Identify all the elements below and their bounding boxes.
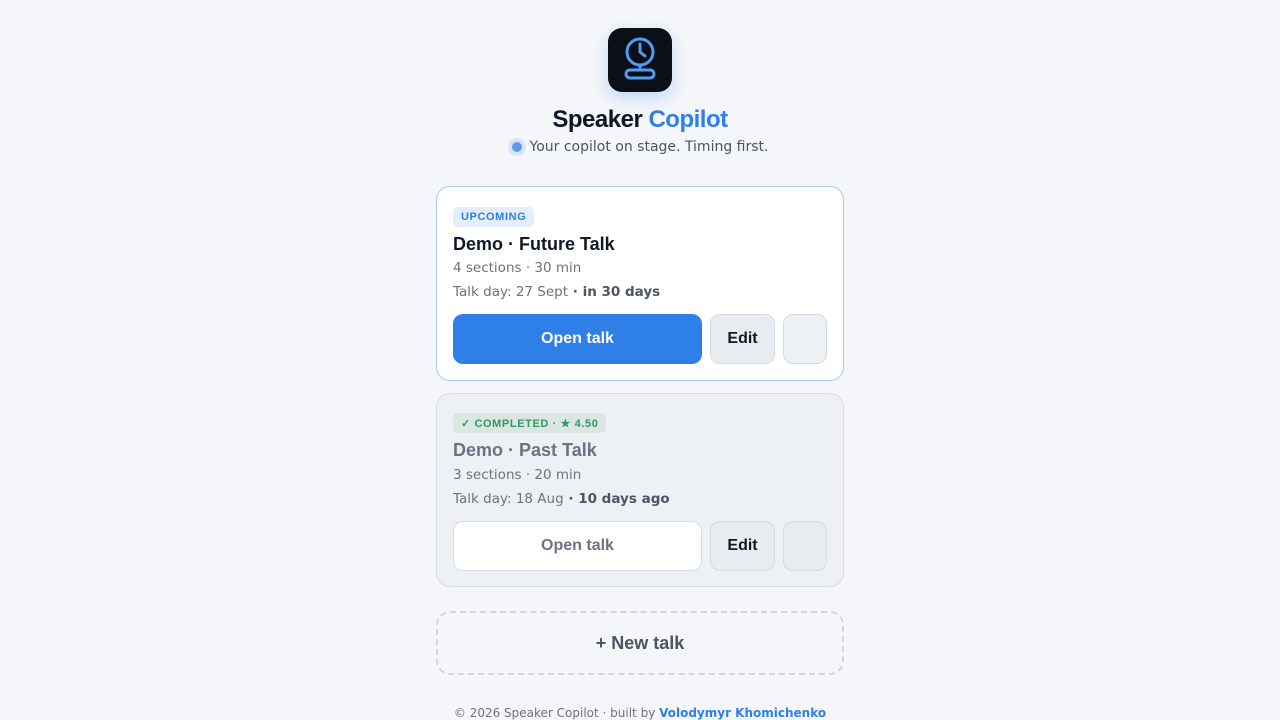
tagline-text: Your copilot on stage. Timing first. <box>529 139 769 155</box>
talk-day: Talk day: 27 Sept <box>453 284 569 300</box>
talk-day: Talk day: 18 Aug <box>453 491 564 507</box>
open-talk-button[interactable]: Open talk <box>453 521 702 571</box>
brand-word-speaker: Speaker <box>552 106 643 133</box>
status-badge: ✓ COMPLETED · ★ 4.50 <box>453 413 607 433</box>
brand-word-copilot: Copilot <box>648 106 728 133</box>
footer: © 2026 Speaker Copilot · built by Volody… <box>0 706 1280 720</box>
talk-date: Talk day: 18 Aug · 10 days ago <box>453 491 670 507</box>
status-badge: UPCOMING <box>453 207 535 227</box>
talk-date: Talk day: 27 Sept · in 30 days <box>453 284 660 300</box>
clock-stand-icon <box>624 37 656 80</box>
footer-text: © 2026 Speaker Copilot · built by <box>453 706 660 720</box>
home-page: Speaker Copilot Your copilot on stage. T… <box>0 0 1280 720</box>
new-talk-button[interactable]: + New talk <box>436 611 844 675</box>
talk-card-upcoming: UPCOMING Demo · Future Talk 4 sections ·… <box>436 186 844 381</box>
talk-relative-time: · 10 days ago <box>563 491 670 507</box>
talk-relative-time: · in 30 days <box>568 284 661 300</box>
talk-summary: 3 sections · 20 min <box>453 467 582 483</box>
app-logo <box>608 28 672 92</box>
status-dot-icon <box>511 142 522 152</box>
tagline: Your copilot on stage. Timing first. <box>0 139 1280 155</box>
talk-title: Demo · Past Talk <box>453 440 597 460</box>
talk-title: Demo · Future Talk <box>453 234 615 254</box>
talk-summary: 4 sections · 30 min <box>453 260 582 276</box>
edit-button[interactable]: Edit <box>710 521 775 571</box>
author-link[interactable]: Volodymyr Khomichenko <box>659 706 826 720</box>
edit-button[interactable]: Edit <box>710 314 775 364</box>
brand-title: Speaker Copilot <box>0 106 1280 134</box>
more-options-button[interactable] <box>783 521 827 571</box>
open-talk-button[interactable]: Open talk <box>453 314 702 364</box>
talk-card-completed: ✓ COMPLETED · ★ 4.50 Demo · Past Talk 3 … <box>436 393 844 587</box>
more-options-button[interactable] <box>783 314 827 364</box>
